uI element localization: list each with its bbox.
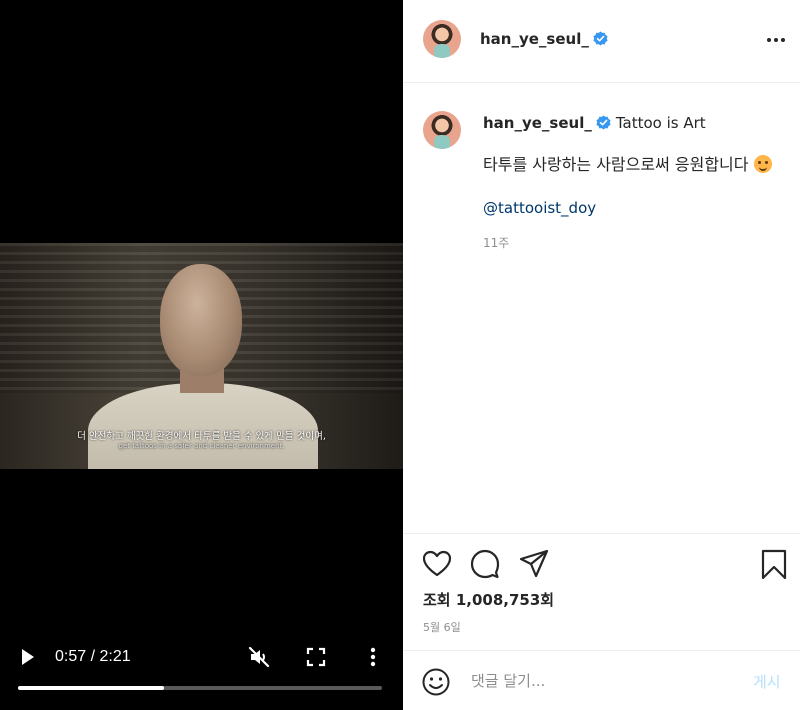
post-panel: han_ye_seul_ han_ye_seul_ Tattoo is Art 타… [403,0,800,710]
more-vertical-icon[interactable] [364,646,382,668]
comment-bar: 게시 [403,650,800,710]
verified-badge-icon [593,31,608,46]
header-username[interactable]: han_ye_seul_ [480,30,608,48]
caption-header: han_ye_seul_ Tattoo is Art [483,114,706,132]
smiling-hearts-emoji-icon [753,155,772,173]
video-subtitle-english: get tattoos in a safer and cleaner envir… [118,442,285,450]
post-header: han_ye_seul_ [403,0,800,83]
caption-age: 11주 [483,236,510,250]
caption-title: Tattoo is Art [615,114,706,132]
caption-mention-link[interactable]: @tattooist_doy [483,199,596,217]
caption-avatar[interactable] [423,111,461,149]
muted-speaker-icon[interactable] [247,645,271,669]
post-date[interactable]: 5월 6일 [423,619,461,635]
post-actions: 조회 1,008,753회 5월 6일 [403,533,800,653]
heart-icon[interactable] [421,548,453,580]
post-comment-button[interactable]: 게시 [753,671,781,692]
bookmark-icon[interactable] [758,548,790,580]
emoji-icon[interactable] [421,667,451,697]
caption-body-text: 타투를 사랑하는 사람으로써 응원합니다 [483,155,749,174]
view-count[interactable]: 조회 1,008,753회 [423,589,554,610]
comment-input[interactable] [471,667,731,695]
video-progress-fill [18,686,164,690]
video-progress-bar[interactable] [18,686,382,690]
fullscreen-icon[interactable] [306,647,326,667]
share-icon[interactable] [518,548,550,580]
video-person-head [160,264,242,376]
caption-username[interactable]: han_ye_seul_ [483,114,592,132]
header-username-text[interactable]: han_ye_seul_ [480,30,589,48]
video-player[interactable]: 더 안전하고 깨끗한 환경에서 타투를 받을 수 있게 만들 것이며, get … [0,0,403,710]
video-frame[interactable]: 더 안전하고 깨끗한 환경에서 타투를 받을 수 있게 만들 것이며, get … [0,243,403,469]
video-controls: 0:57 / 2:21 [0,640,403,680]
caption-body: 타투를 사랑하는 사람으로써 응원합니다 [483,153,783,177]
play-icon[interactable] [20,647,36,667]
video-person-body [88,383,318,469]
verified-badge-icon [596,115,611,130]
avatar[interactable] [423,20,461,58]
video-subtitle-korean: 더 안전하고 깨끗한 환경에서 타투를 받을 수 있게 만들 것이며, [77,431,326,442]
comment-icon[interactable] [469,548,501,580]
more-options-icon[interactable] [765,30,787,50]
video-time: 0:57 / 2:21 [55,648,131,665]
